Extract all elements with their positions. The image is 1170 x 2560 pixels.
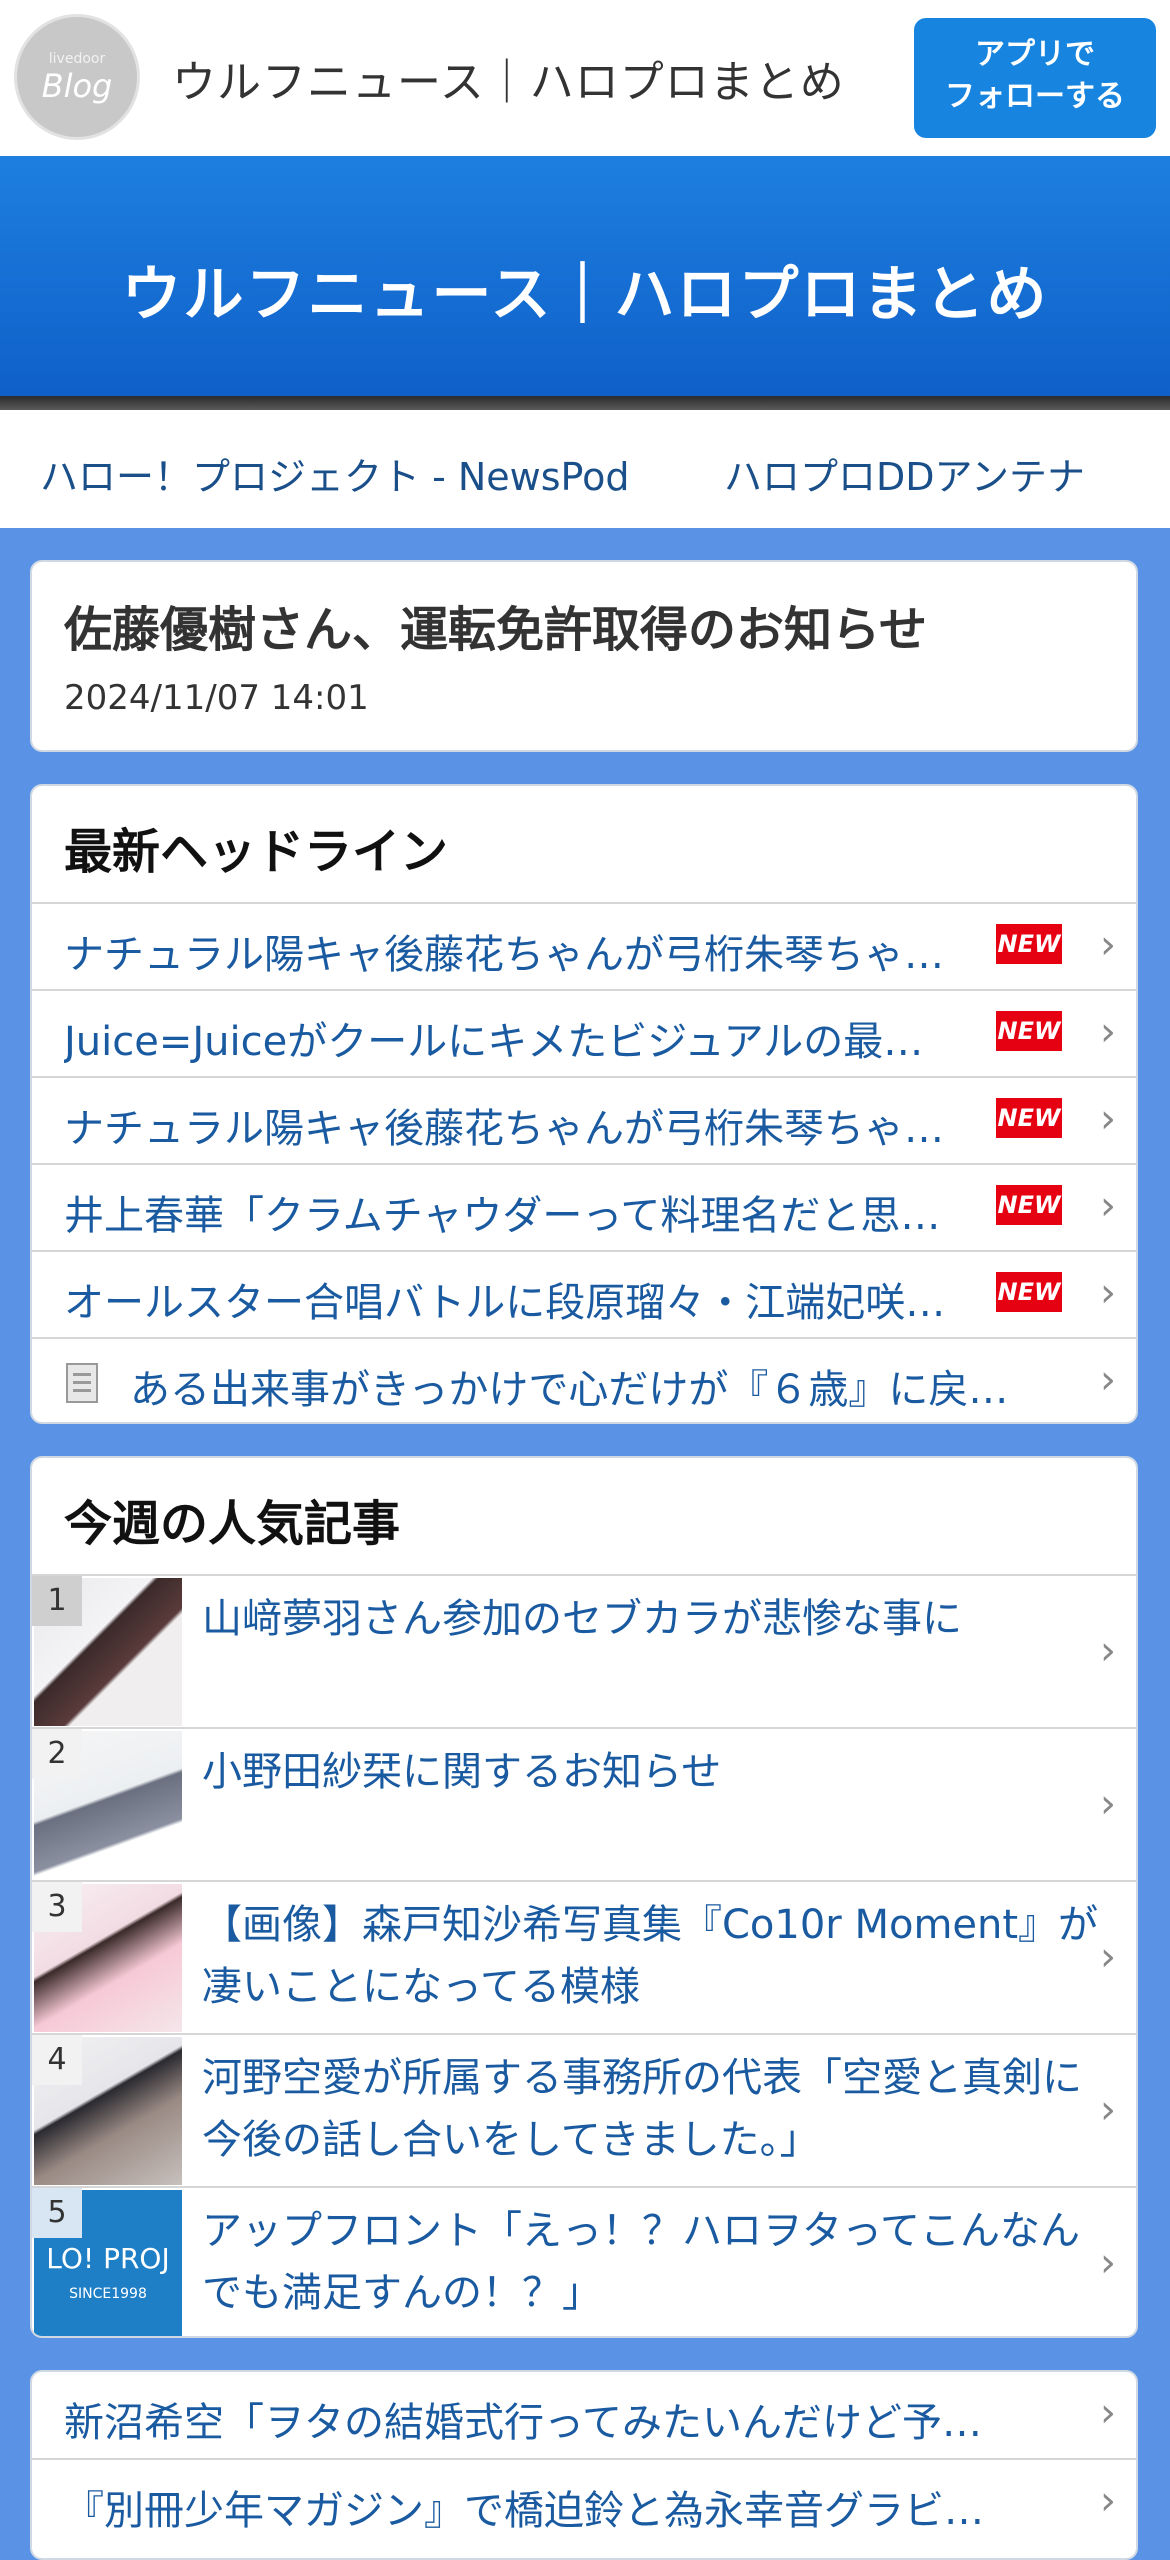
headline-text: 井上春華「クラムチャウダーって料理名だと思… [64, 1193, 941, 1239]
hero-title: ウルフニュース｜ハロプロまとめ [121, 260, 1049, 330]
chevron-right-icon: › [1100, 1934, 1116, 1980]
more-article-item[interactable]: 『別冊少年マガジン』で橋迫鈴と為永幸音グラビ… › [32, 2458, 1136, 2546]
chevron-right-icon: › [1100, 1096, 1116, 1142]
headline-text: ナチュラル陽キャ後藤花ちゃんが弓桁朱琴ちゃ… [64, 932, 944, 978]
new-badge: NEW [996, 1272, 1062, 1312]
headline-item[interactable]: Juice=Juiceがクールにキメたビジュアルの最… NEW › [32, 989, 1136, 1077]
popular-item[interactable]: 1 山﨑夢羽さん参加のセブカラが悲惨な事に › [32, 1574, 1136, 1727]
logo-small-text: livedoor [48, 51, 106, 67]
headline-text: ある出来事がきっかけで心だけが『６歳』に戻… [130, 1367, 1009, 1413]
more-article-text: 新沼希空「ヲタの結婚式行ってみたいんだけど予… [64, 2400, 982, 2446]
hero-divider [0, 396, 1170, 410]
rank-number: 3 [32, 1882, 82, 1932]
more-article-text: 『別冊少年マガジン』で橋迫鈴と為永幸音グラビ… [64, 2488, 984, 2534]
popular-text: 小野田紗栞に関するお知らせ [202, 1749, 722, 1795]
headline-item[interactable]: ナチュラル陽キャ後藤花ちゃんが弓桁朱琴ちゃ… NEW › [32, 902, 1136, 990]
popular-text: 河野空愛が所属する事務所の代表「空愛と真剣に今後の話し合いをしてきました。」 [202, 2055, 1082, 2163]
rank-number: 4 [32, 2035, 82, 2085]
chevron-right-icon: › [1100, 1009, 1116, 1055]
thumb-since-text: SINCE1998 [69, 2286, 147, 2302]
headlines-title: 最新ヘッドライン [64, 824, 449, 880]
document-icon [66, 1363, 98, 1403]
rank-number: 5 [32, 2188, 82, 2238]
headline-item[interactable]: オールスター合唱バトルに段原瑠々・江端妃咲… NEW › [32, 1250, 1136, 1338]
rank-number: 1 [32, 1576, 82, 1626]
new-badge: NEW [996, 924, 1062, 964]
top-bar: livedoor Blog ウルフニュース｜ハロプロまとめ アプリで フォローす… [0, 0, 1170, 156]
site-title[interactable]: ウルフニュース｜ハロプロまとめ [172, 46, 845, 110]
article-date: 2024/11/07 14:01 [64, 678, 369, 718]
article-card: 佐藤優樹さん、運転免許取得のお知らせ 2024/11/07 14:01 [30, 560, 1138, 752]
popular-item[interactable]: 4 河野空愛が所属する事務所の代表「空愛と真剣に今後の話し合いをしてきました。」… [32, 2033, 1136, 2186]
headline-text: ナチュラル陽キャ後藤花ちゃんが弓桁朱琴ちゃ… [64, 1106, 944, 1152]
popular-text: 【画像】森戸知沙希写真集『Co10r Moment』が凄いことになってる模様 [202, 1902, 1099, 2010]
popular-text: アップフロント「えっ！？ハロヲタってこんなんでも満足すんの！？」 [202, 2208, 1080, 2316]
livedoor-blog-logo[interactable]: livedoor Blog [14, 14, 140, 140]
headline-item[interactable]: 井上春華「クラムチャウダーって料理名だと思… NEW › [32, 1163, 1136, 1251]
chevron-right-icon: › [1100, 1183, 1116, 1229]
link-newspod[interactable]: ハロー！プロジェクト - NewsPod [40, 446, 629, 501]
related-links-bar: ハロー！プロジェクト - NewsPod ハロプロDDアンテナ [0, 410, 1170, 528]
chevron-right-icon: › [1100, 1781, 1116, 1827]
rank-number: 2 [32, 1729, 82, 1779]
headline-item[interactable]: ある出来事がきっかけで心だけが『６歳』に戻… › [32, 1337, 1136, 1422]
popular-item[interactable]: LO! PROJ SINCE1998 5 アップフロント「えっ！？ハロヲタってこ… [32, 2186, 1136, 2336]
new-badge: NEW [996, 1185, 1062, 1225]
new-badge: NEW [996, 1098, 1062, 1138]
chevron-right-icon: › [1100, 1270, 1116, 1316]
follow-button-line1: アプリで [975, 37, 1095, 72]
link-dd-antenna[interactable]: ハロプロDDアンテナ [724, 446, 1085, 501]
popular-item[interactable]: 3 【画像】森戸知沙希写真集『Co10r Moment』が凄いことになってる模様… [32, 1880, 1136, 2033]
chevron-right-icon: › [1100, 2087, 1116, 2133]
chevron-right-icon: › [1100, 1357, 1116, 1403]
chevron-right-icon: › [1100, 2390, 1116, 2436]
new-badge: NEW [996, 1011, 1062, 1051]
follow-button-line2: フォローする [945, 79, 1125, 114]
follow-in-app-button[interactable]: アプリで フォローする [914, 18, 1156, 138]
latest-headlines-card: 最新ヘッドライン ナチュラル陽キャ後藤花ちゃんが弓桁朱琴ちゃ… NEW › Ju… [30, 784, 1138, 1424]
thumb-logo-text: LO! PROJ [46, 2242, 170, 2275]
chevron-right-icon: › [1100, 1628, 1116, 1674]
chevron-right-icon: › [1100, 2240, 1116, 2286]
hero-banner[interactable]: ウルフニュース｜ハロプロまとめ [0, 156, 1170, 396]
popular-text: 山﨑夢羽さん参加のセブカラが悲惨な事に [202, 1596, 962, 1642]
popular-articles-card: 今週の人気記事 1 山﨑夢羽さん参加のセブカラが悲惨な事に › 2 小野田紗栞に… [30, 1456, 1138, 2338]
headline-text: Juice=Juiceがクールにキメたビジュアルの最… [64, 1019, 924, 1065]
logo-big-text: Blog [41, 67, 113, 105]
headline-item[interactable]: ナチュラル陽キャ後藤花ちゃんが弓桁朱琴ちゃ… NEW › [32, 1076, 1136, 1164]
popular-item[interactable]: 2 小野田紗栞に関するお知らせ › [32, 1727, 1136, 1880]
popular-title: 今週の人気記事 [64, 1496, 401, 1552]
chevron-right-icon: › [1100, 2478, 1116, 2524]
article-title[interactable]: 佐藤優樹さん、運転免許取得のお知らせ [64, 590, 927, 660]
chevron-right-icon: › [1100, 922, 1116, 968]
headline-text: オールスター合唱バトルに段原瑠々・江端妃咲… [64, 1280, 946, 1326]
more-article-item[interactable]: 新沼希空「ヲタの結婚式行ってみたいんだけど予… › [32, 2372, 1136, 2460]
